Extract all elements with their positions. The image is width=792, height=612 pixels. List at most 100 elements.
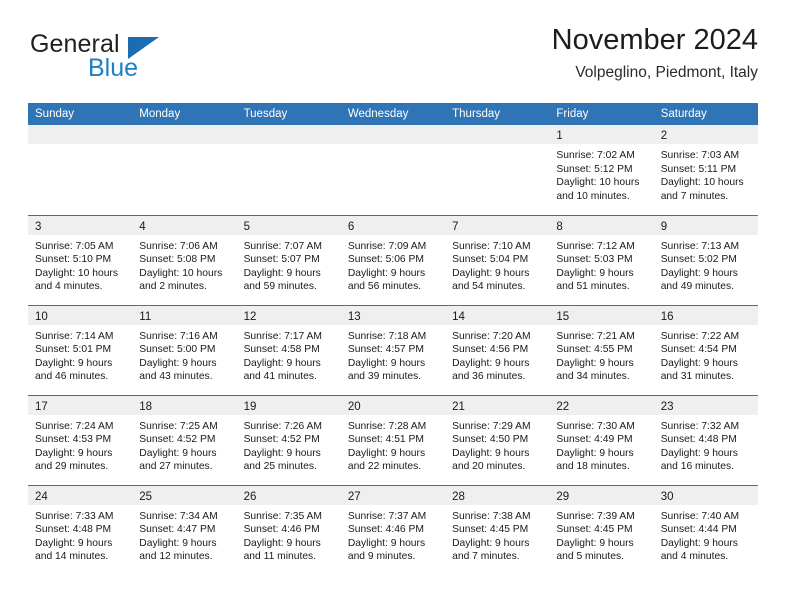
day-number-band: 14 [445,305,550,325]
calendar-day-cell[interactable]: 25 Sunrise: 7:34 AM Sunset: 4:47 PM Dayligh… [132,484,237,575]
sunset-time: Sunset: 5:11 PM [660,163,737,175]
calendar-day-cell[interactable]: 18 Sunrise: 7:25 AM Sunset: 4:52 PM Dayligh… [132,394,237,485]
sunrise-time: Sunrise: 7:18 AM [347,330,427,342]
sunrise-time: Sunrise: 7:37 AM [347,510,427,522]
day-number: 21 [452,400,465,413]
calendar-header-row: Sunday Monday Tuesday Wednesday Thursday… [28,103,758,125]
calendar-day-cell[interactable]: 11 Sunrise: 7:16 AM Sunset: 5:00 PM Dayligh… [132,304,237,395]
day-number: 28 [452,490,465,503]
calendar-day-cell[interactable]: 22 Sunrise: 7:30 AM Sunset: 4:49 PM Dayligh… [549,394,654,485]
calendar-day-cell[interactable]: 19 Sunrise: 7:26 AM Sunset: 4:52 PM Dayligh… [236,394,341,485]
calendar-table: Sunday Monday Tuesday Wednesday Thursday… [28,103,758,575]
daylight-duration-line1: Daylight: 9 hours [556,357,634,369]
sunset-time: Sunset: 5:01 PM [35,344,112,356]
day-details: Sunrise: 7:33 AM Sunset: 4:48 PM Daylight:… [28,505,132,564]
page-title: November 2024 [551,24,758,56]
daylight-duration-line1: Daylight: 9 hours [556,267,634,279]
day-number-band: 30 [653,485,758,505]
sunrise-time: Sunrise: 7:14 AM [35,330,114,342]
calendar-day-cell[interactable]: 24 Sunrise: 7:33 AM Sunset: 4:48 PM Dayligh… [28,484,133,575]
calendar-day-cell[interactable]: 8 Sunrise: 7:12 AM Sunset: 5:03 PM Daylight… [549,214,654,305]
day-number-band: 20 [340,395,446,415]
daylight-duration-line1: Daylight: 9 hours [35,447,113,459]
day-number: 13 [347,310,361,323]
calendar-day-cell[interactable]: 12 Sunrise: 7:17 AM Sunset: 4:58 PM Dayligh… [236,304,341,395]
day-details: Sunrise: 7:34 AM Sunset: 4:47 PM Daylight:… [132,505,236,564]
day-number-band: 25 [132,485,237,505]
calendar-week-row: 3 Sunrise: 7:05 AM Sunset: 5:10 PM Daylight… [28,214,758,305]
day-number: 20 [347,400,361,413]
day-number-band: 24 [28,485,133,505]
weekday-header-monday: Monday [132,103,237,125]
calendar-day-cell[interactable]: 9 Sunrise: 7:13 AM Sunset: 5:02 PM Daylight… [653,214,758,305]
day-number-band: 10 [28,305,133,325]
logo-text-blue: Blue [88,54,139,82]
day-number-band: 5 [236,215,341,235]
daylight-duration-line2: and 54 minutes. [452,281,526,293]
day-details: Sunrise: 7:20 AM Sunset: 4:56 PM Daylight:… [445,325,549,384]
calendar-page: General Blue November 2024 Volpeglino, P… [0,0,792,612]
daylight-duration-line1: Daylight: 9 hours [347,267,426,279]
calendar-day-cell[interactable]: 26 Sunrise: 7:35 AM Sunset: 4:46 PM Dayligh… [236,484,341,575]
weekday-header-tuesday: Tuesday [236,103,341,125]
sunset-time: Sunset: 4:51 PM [347,434,424,446]
day-details: Sunrise: 7:16 AM Sunset: 5:00 PM Daylight:… [132,325,236,384]
sunrise-time: Sunrise: 7:13 AM [660,240,740,252]
calendar-day-cell[interactable]: 10 Sunrise: 7:14 AM Sunset: 5:01 PM Dayligh… [28,304,133,395]
calendar-day-cell[interactable]: 29 Sunrise: 7:39 AM Sunset: 4:45 PM Dayligh… [549,484,654,575]
sunset-time: Sunset: 4:53 PM [35,434,112,446]
day-details: Sunrise: 7:13 AM Sunset: 5:02 PM Daylight:… [654,235,758,294]
sunrise-time: Sunrise: 7:29 AM [452,420,531,432]
sunrise-time: Sunrise: 7:21 AM [556,330,635,342]
day-number: 16 [660,310,674,323]
sunrise-time: Sunrise: 7:24 AM [35,420,114,432]
daylight-duration-line2: and 10 minutes. [556,190,630,202]
day-number-band: 12 [236,305,341,325]
day-details: Sunrise: 7:29 AM Sunset: 4:50 PM Daylight:… [445,415,549,474]
daylight-duration-line2: and 20 minutes. [452,461,526,473]
calendar-day-cell[interactable]: 16 Sunrise: 7:22 AM Sunset: 4:54 PM Dayligh… [653,304,758,395]
sunset-time: Sunset: 5:06 PM [347,254,424,266]
sunrise-time: Sunrise: 7:20 AM [452,330,531,342]
calendar-day-cell[interactable]: 5 Sunrise: 7:07 AM Sunset: 5:07 PM Daylight… [236,214,341,305]
calendar-day-cell[interactable]: 4 Sunrise: 7:06 AM Sunset: 5:08 PM Daylight… [132,214,237,305]
calendar-day-cell[interactable]: 30 Sunrise: 7:40 AM Sunset: 4:44 PM Dayligh… [653,484,758,575]
calendar-day-cell[interactable]: 3 Sunrise: 7:05 AM Sunset: 5:10 PM Daylight… [28,214,133,305]
daylight-duration-line2: and 49 minutes. [660,281,734,293]
day-number: 23 [660,400,674,413]
sunrise-time: Sunrise: 7:38 AM [452,510,531,522]
calendar-day-cell[interactable]: 27 Sunrise: 7:37 AM Sunset: 4:46 PM Dayligh… [340,484,446,575]
day-number-band: 3 [28,215,133,235]
calendar-day-cell[interactable]: 2 Sunrise: 7:03 AM Sunset: 5:11 PM Daylight… [653,125,758,215]
daylight-duration-line2: and 7 minutes. [452,551,520,563]
sunrise-time: Sunrise: 7:28 AM [347,420,427,432]
daylight-duration-line2: and 39 minutes. [347,371,422,383]
daylight-duration-line1: Daylight: 10 hours [660,177,744,189]
daylight-duration-line2: and 56 minutes. [347,281,422,293]
general-blue-logo[interactable]: General Blue [28,32,248,94]
calendar-day-cell-empty [236,125,341,215]
calendar-day-cell[interactable]: 14 Sunrise: 7:20 AM Sunset: 4:56 PM Dayligh… [445,304,550,395]
daylight-duration-line2: and 27 minutes. [139,461,213,473]
calendar-day-cell[interactable]: 23 Sunrise: 7:32 AM Sunset: 4:48 PM Dayligh… [653,394,758,485]
daylight-duration-line1: Daylight: 9 hours [660,537,738,549]
calendar-day-cell[interactable]: 21 Sunrise: 7:29 AM Sunset: 4:50 PM Dayligh… [445,394,550,485]
calendar-day-cell[interactable]: 1 Sunrise: 7:02 AM Sunset: 5:12 PM Daylight… [549,125,654,215]
sunrise-time: Sunrise: 7:40 AM [660,510,740,522]
sunset-time: Sunset: 4:45 PM [452,524,529,536]
calendar-day-cell[interactable]: 7 Sunrise: 7:10 AM Sunset: 5:04 PM Daylight… [445,214,550,305]
daylight-duration-line1: Daylight: 9 hours [556,537,634,549]
calendar-day-cell[interactable]: 6 Sunrise: 7:09 AM Sunset: 5:06 PM Daylight… [340,214,446,305]
calendar-day-cell[interactable]: 17 Sunrise: 7:24 AM Sunset: 4:53 PM Dayligh… [28,394,133,485]
calendar-day-cell[interactable]: 13 Sunrise: 7:18 AM Sunset: 4:57 PM Dayligh… [340,304,446,395]
calendar-day-cell[interactable]: 28 Sunrise: 7:38 AM Sunset: 4:45 PM Dayligh… [445,484,550,575]
sunset-time: Sunset: 5:10 PM [35,254,112,266]
sunset-time: Sunset: 5:02 PM [660,254,737,266]
calendar-day-cell[interactable]: 20 Sunrise: 7:28 AM Sunset: 4:51 PM Dayligh… [340,394,446,485]
sunset-time: Sunset: 4:46 PM [347,524,424,536]
day-number: 11 [139,310,152,323]
daylight-duration-line2: and 18 minutes. [556,461,630,473]
daylight-duration-line2: and 46 minutes. [35,371,109,383]
calendar-day-cell[interactable]: 15 Sunrise: 7:21 AM Sunset: 4:55 PM Dayligh… [549,304,654,395]
weekday-header-saturday: Saturday [653,103,758,125]
